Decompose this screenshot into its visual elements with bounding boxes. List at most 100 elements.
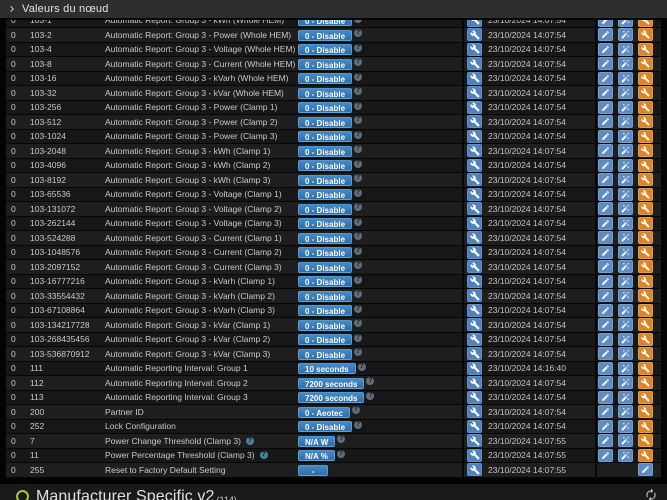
edit-value-button[interactable] (598, 405, 613, 419)
value-help-icon[interactable]: ? (354, 101, 363, 110)
advanced-config-button[interactable] (638, 448, 653, 462)
auto-set-value-button[interactable] (618, 405, 633, 419)
advanced-config-button[interactable] (638, 129, 653, 143)
value-select-button[interactable]: 0 - Disable (298, 58, 353, 70)
value-help-icon[interactable]: ? (354, 232, 363, 240)
auto-set-value-button[interactable] (618, 20, 633, 27)
value-select-button[interactable]: N/A % (298, 450, 335, 461)
edit-value-button[interactable] (598, 71, 613, 85)
value-help-icon[interactable]: ? (354, 159, 363, 168)
label-help-icon[interactable]: ? (259, 451, 268, 460)
auto-set-value-button[interactable] (618, 245, 633, 259)
configure-value-button[interactable] (467, 57, 482, 71)
value-select-button[interactable]: 10 seconds (298, 363, 356, 374)
edit-value-button[interactable] (598, 390, 613, 404)
edit-value-button[interactable] (598, 361, 613, 375)
configure-value-button[interactable] (467, 144, 482, 158)
value-select-button[interactable]: - (298, 464, 328, 476)
configure-value-button[interactable] (467, 231, 482, 245)
auto-set-value-button[interactable] (618, 376, 633, 390)
edit-value-button[interactable] (598, 187, 613, 201)
edit-value-button[interactable] (598, 129, 613, 143)
configure-value-button[interactable] (467, 318, 482, 332)
value-help-icon[interactable]: ? (366, 391, 375, 400)
configure-value-button[interactable] (467, 129, 482, 143)
auto-set-value-button[interactable] (618, 57, 633, 71)
edit-value-button[interactable] (598, 86, 613, 100)
value-help-icon[interactable]: ? (366, 377, 375, 385)
auto-set-value-button[interactable] (618, 260, 633, 274)
label-help-icon[interactable]: ? (245, 436, 254, 445)
edit-value-button[interactable] (598, 434, 613, 448)
edit-value-button[interactable] (598, 57, 613, 71)
configure-value-button[interactable] (467, 434, 482, 448)
edit-value-button[interactable] (598, 216, 613, 230)
value-help-icon[interactable]: ? (357, 362, 366, 371)
auto-set-value-button[interactable] (618, 28, 633, 42)
value-help-icon[interactable]: ? (354, 20, 363, 23)
advanced-config-button[interactable] (638, 405, 653, 419)
configure-value-button[interactable] (467, 289, 482, 303)
edit-value-button[interactable] (598, 245, 613, 259)
value-select-button[interactable]: 0 - Disable (298, 276, 353, 287)
auto-set-value-button[interactable] (618, 448, 633, 462)
advanced-config-button[interactable] (638, 173, 653, 187)
auto-set-value-button[interactable] (618, 274, 633, 288)
edit-value-button[interactable] (598, 347, 613, 361)
configure-value-button[interactable] (467, 245, 482, 259)
advanced-config-button[interactable] (638, 361, 653, 375)
edit-value-button[interactable] (598, 448, 613, 462)
edit-value-button[interactable] (598, 274, 613, 288)
advanced-config-button[interactable] (638, 347, 653, 361)
edit-value-button[interactable] (598, 303, 613, 317)
edit-value-button[interactable] (598, 28, 613, 42)
configure-value-button[interactable] (467, 86, 482, 100)
edit-value-button[interactable] (638, 463, 653, 477)
value-select-button[interactable]: 0 - Disable (298, 218, 353, 229)
advanced-config-button[interactable] (638, 86, 653, 100)
value-help-icon[interactable]: ? (354, 275, 363, 284)
configure-value-button[interactable] (467, 100, 482, 114)
advanced-config-button[interactable] (638, 115, 653, 129)
configure-value-button[interactable] (467, 274, 482, 288)
auto-set-value-button[interactable] (618, 71, 633, 85)
value-help-icon[interactable]: ? (354, 203, 363, 211)
configure-value-button[interactable] (467, 28, 482, 42)
value-help-icon[interactable]: ? (354, 174, 363, 182)
advanced-config-button[interactable] (638, 57, 653, 71)
auto-set-value-button[interactable] (618, 318, 633, 332)
value-help-icon[interactable]: ? (354, 304, 363, 313)
value-help-icon[interactable]: ? (354, 246, 363, 255)
value-select-button[interactable]: 0 - Disable (298, 87, 353, 99)
edit-value-button[interactable] (598, 42, 613, 56)
value-help-icon[interactable]: ? (354, 348, 363, 356)
advanced-config-button[interactable] (638, 187, 653, 201)
advanced-config-button[interactable] (638, 376, 653, 390)
value-select-button[interactable]: 0 - Disable (298, 73, 353, 84)
auto-set-value-button[interactable] (618, 129, 633, 143)
value-select-button[interactable]: 0 - Disable (298, 131, 353, 142)
advanced-config-button[interactable] (638, 42, 653, 56)
advanced-config-button[interactable] (638, 144, 653, 158)
auto-set-value-button[interactable] (618, 390, 633, 404)
configure-value-button[interactable] (467, 303, 482, 317)
value-select-button[interactable]: 0 - Disable (298, 145, 353, 157)
value-help-icon[interactable]: ? (336, 449, 345, 458)
auto-set-value-button[interactable] (618, 42, 633, 56)
configure-value-button[interactable] (467, 361, 482, 375)
advanced-config-button[interactable] (638, 303, 653, 317)
auto-set-value-button[interactable] (618, 231, 633, 245)
advanced-config-button[interactable] (638, 419, 653, 433)
configure-value-button[interactable] (467, 332, 482, 346)
advanced-config-button[interactable] (638, 202, 653, 216)
advanced-config-button[interactable] (638, 158, 653, 172)
auto-set-value-button[interactable] (618, 86, 633, 100)
advanced-config-button[interactable] (638, 332, 653, 346)
value-select-button[interactable]: 0 - Disable (298, 348, 353, 360)
configure-value-button[interactable] (467, 42, 482, 56)
value-help-icon[interactable]: ? (354, 116, 363, 124)
value-select-button[interactable]: 7200 seconds (298, 392, 365, 403)
edit-value-button[interactable] (598, 173, 613, 187)
configure-value-button[interactable] (467, 260, 482, 274)
advanced-config-button[interactable] (638, 434, 653, 448)
